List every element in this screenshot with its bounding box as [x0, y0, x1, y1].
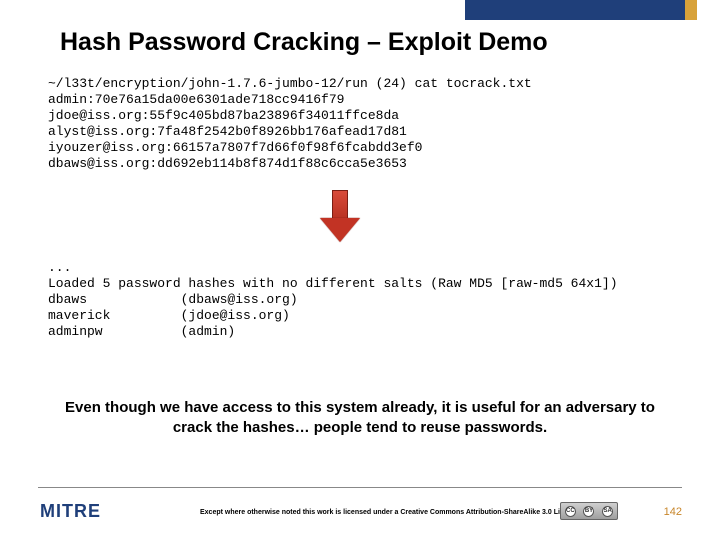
terminal-output-cracked: ... Loaded 5 password hashes with no dif…	[48, 260, 618, 340]
slide-caption: Even though we have access to this syste…	[60, 398, 660, 439]
terminal-output-hashes: ~/l33t/encryption/john-1.7.6-jumbo-12/ru…	[48, 76, 532, 172]
footer-divider	[38, 487, 682, 488]
down-arrow-icon	[320, 190, 360, 245]
slide-title: Hash Password Cracking – Exploit Demo	[60, 28, 548, 57]
mitre-logo: MITRE	[40, 501, 101, 522]
cc-license-badge-icon: CC BY SA	[560, 502, 618, 520]
license-text: Except where otherwise noted this work i…	[200, 509, 580, 516]
header-accent-bar	[465, 0, 685, 20]
page-number: 142	[664, 506, 682, 518]
